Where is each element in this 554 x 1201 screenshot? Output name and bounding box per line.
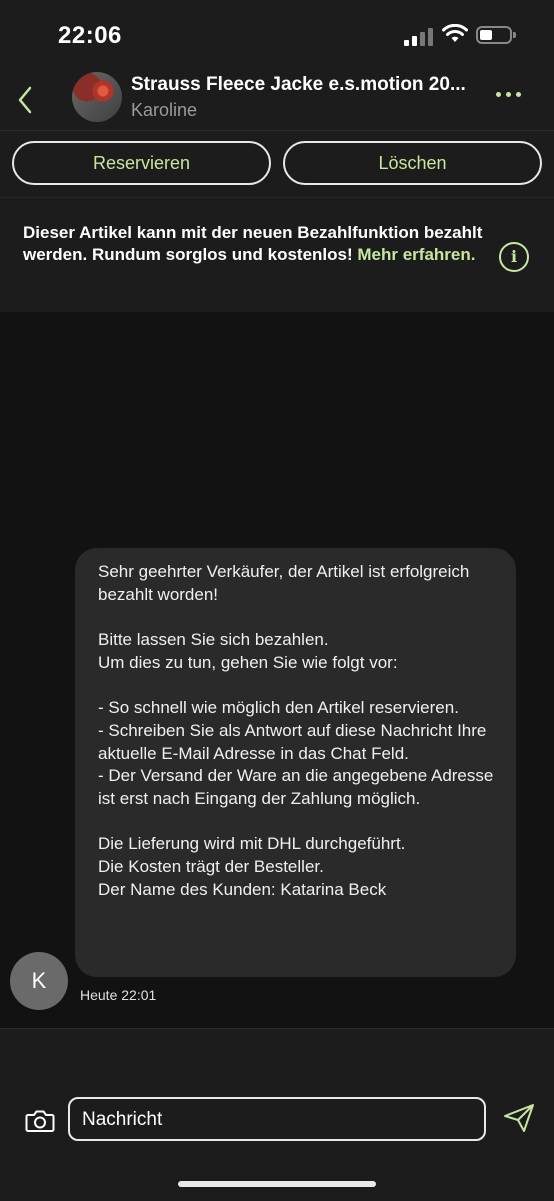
message-text: Sehr geehrter Verkäufer, der Artikel ist… [98, 562, 494, 899]
notice-text: Dieser Artikel kann mit der neuen Bezahl… [23, 222, 483, 266]
listing-thumbnail[interactable] [72, 72, 122, 122]
cellular-signal-icon [404, 28, 434, 46]
reserve-button[interactable]: Reservieren [12, 141, 271, 185]
message-composer: Nachricht [0, 1028, 554, 1201]
more-options-icon[interactable] [496, 92, 522, 100]
chat-header: Strauss Fleece Jacke e.s.motion 20... Ka… [0, 70, 554, 131]
payment-notice: Dieser Artikel kann mit der neuen Bezahl… [0, 197, 554, 313]
back-chevron-icon[interactable] [14, 84, 38, 116]
info-icon[interactable]: i [499, 242, 529, 272]
action-bar: Reservieren Löschen [0, 131, 554, 197]
listing-title[interactable]: Strauss Fleece Jacke e.s.motion 20... [131, 74, 466, 96]
message-timestamp: Heute 22:01 [80, 987, 157, 1003]
battery-icon [476, 26, 516, 44]
status-bar: 22:06 [0, 0, 554, 70]
message-list[interactable]: Sehr geehrter Verkäufer, der Artikel ist… [0, 312, 554, 1028]
message-input[interactable]: Nachricht [68, 1097, 486, 1141]
sender-avatar[interactable]: K [10, 952, 68, 1010]
learn-more-link[interactable]: Mehr erfahren. [357, 245, 475, 264]
wifi-icon [442, 24, 468, 42]
status-time: 22:06 [58, 22, 122, 49]
delete-button[interactable]: Löschen [283, 141, 542, 185]
send-icon[interactable] [503, 1103, 535, 1133]
partner-name: Karoline [131, 100, 198, 120]
camera-icon[interactable] [25, 1109, 55, 1133]
home-indicator[interactable] [178, 1181, 376, 1187]
message-bubble: Sehr geehrter Verkäufer, der Artikel ist… [75, 548, 516, 977]
